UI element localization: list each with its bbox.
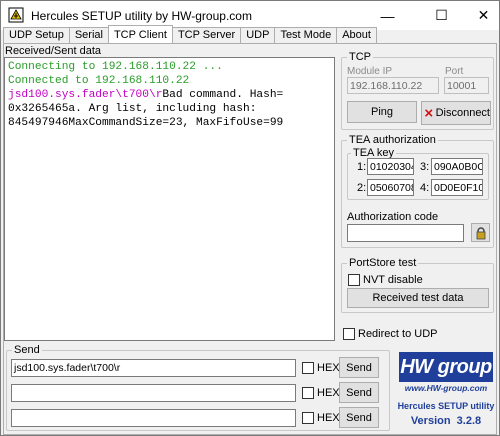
- received-test-data-label: Received test data: [372, 292, 464, 304]
- tea-key-3-field[interactable]: 090A0B0C: [431, 158, 483, 175]
- received-data-label: Received/Sent data: [5, 45, 102, 57]
- authorization-code-field[interactable]: [347, 224, 464, 242]
- tab-serial[interactable]: Serial: [68, 27, 109, 43]
- minimize-icon: —: [380, 7, 395, 24]
- hw-group-logo: HW group www.HW-group.com Hercules SETUP…: [397, 352, 495, 431]
- tea-key-1-label: 1:: [357, 161, 367, 173]
- tea-key-4-label: 4:: [420, 182, 430, 194]
- tab-test-mode[interactable]: Test Mode: [274, 27, 338, 43]
- send-input-1[interactable]: jsd100.sys.fader\t700\r: [11, 359, 296, 377]
- hw-group-site: www.HW-group.com: [404, 383, 488, 393]
- ping-button-label: Ping: [370, 106, 394, 118]
- log-line: jsd100.sys.fader\t700\rBad command. Hash…: [8, 88, 331, 102]
- window-title: Hercules SETUP utility by HW-group.com: [31, 9, 252, 23]
- send-input-2[interactable]: [11, 384, 296, 402]
- hex-label-1: HEX: [317, 362, 340, 374]
- hex-label-2: HEX: [317, 387, 340, 399]
- authorization-code-label: Authorization code: [347, 211, 439, 223]
- log-line: Connecting to 192.168.110.22 ...: [8, 61, 223, 73]
- tea-key-3-label: 3:: [420, 161, 430, 173]
- tcp-group-label: TCP: [347, 51, 373, 63]
- portstore-test-label: PortStore test: [347, 257, 419, 269]
- nvt-disable-label: NVT disable: [363, 274, 423, 286]
- tab-tcp-server[interactable]: TCP Server: [171, 27, 242, 43]
- tab-udp-setup[interactable]: UDP Setup: [3, 27, 70, 43]
- log-line: 0x3265465a. Arg list, including hash:: [8, 103, 257, 115]
- response-text: Bad command. Hash=: [162, 89, 284, 101]
- received-data-textarea[interactable]: Connecting to 192.168.110.22 ... Connect…: [4, 57, 335, 341]
- disconnect-button[interactable]: Disconnect: [421, 101, 491, 125]
- received-test-data-button[interactable]: Received test data: [347, 288, 489, 308]
- hex-checkbox-1[interactable]: [302, 362, 314, 374]
- send-button-1[interactable]: Send: [339, 357, 379, 378]
- authorization-lock-button[interactable]: [471, 223, 490, 242]
- sent-command-text: jsd100.sys.fader\t700\r: [8, 89, 163, 101]
- tea-key-1-field[interactable]: 01020304: [367, 158, 414, 175]
- tab-udp[interactable]: UDP: [240, 27, 276, 43]
- lock-icon: [476, 226, 485, 239]
- disconnect-button-label: Disconnect: [435, 107, 490, 119]
- tab-tcp-client[interactable]: TCP Client: [107, 25, 173, 43]
- close-icon: ✕: [477, 7, 490, 23]
- ping-button[interactable]: Ping: [347, 101, 417, 123]
- tea-authorization-label: TEA authorization: [347, 134, 438, 146]
- log-line: Connected to 192.168.110.22: [8, 75, 190, 87]
- send-group-label: Send: [12, 344, 42, 356]
- hw-group-version: Version 3.2.8: [410, 415, 482, 427]
- port-label: Port: [445, 66, 464, 77]
- tab-about[interactable]: About: [336, 27, 377, 43]
- close-button[interactable]: ✕: [461, 1, 500, 30]
- send-input-3[interactable]: [11, 409, 296, 427]
- send-button-label: Send: [346, 386, 372, 399]
- maximize-icon: ☐: [435, 7, 448, 23]
- send-button-label: Send: [346, 411, 372, 424]
- send-button-label: Send: [346, 361, 372, 374]
- port-field[interactable]: 10001: [444, 77, 489, 94]
- minimize-button[interactable]: —: [365, 1, 410, 30]
- hex-label-3: HEX: [317, 412, 340, 424]
- log-line: 845497946MaxCommandSize=23, MaxFifoUse=9…: [8, 117, 284, 129]
- tea-key-4-field[interactable]: 0D0E0F10: [431, 179, 483, 196]
- module-ip-field[interactable]: 192.168.110.22: [347, 77, 439, 94]
- hex-checkbox-3[interactable]: [302, 412, 314, 424]
- maximize-button[interactable]: ☐: [419, 1, 464, 30]
- tea-key-2-label: 2:: [357, 182, 367, 194]
- send-button-2[interactable]: Send: [339, 382, 379, 403]
- tea-key-2-field[interactable]: 05060708: [367, 179, 414, 196]
- hw-group-product: Hercules SETUP utility: [397, 401, 495, 411]
- redirect-to-udp-label: Redirect to UDP: [358, 328, 438, 340]
- module-ip-label: Module IP: [347, 66, 393, 77]
- disconnect-icon: [425, 109, 433, 117]
- send-button-3[interactable]: Send: [339, 407, 379, 428]
- tab-bar: UDP Setup Serial TCP Client TCP Server U…: [3, 25, 377, 43]
- nvt-disable-checkbox[interactable]: [348, 274, 360, 286]
- title-bar: Hercules SETUP utility by HW-group.com —…: [1, 1, 499, 30]
- hex-checkbox-2[interactable]: [302, 387, 314, 399]
- hw-group-brand: HW group: [399, 352, 493, 382]
- redirect-to-udp-checkbox[interactable]: [343, 328, 355, 340]
- app-window: Hercules SETUP utility by HW-group.com —…: [0, 0, 500, 436]
- hercules-app-icon: [8, 7, 24, 23]
